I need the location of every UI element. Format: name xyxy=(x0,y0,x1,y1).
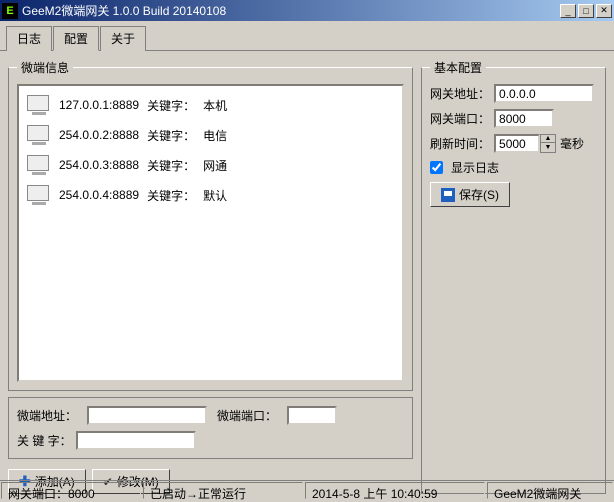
item-keyword: 网通 xyxy=(203,157,227,174)
chevron-down-icon[interactable]: ▼ xyxy=(541,143,555,151)
microend-info-group: 微端信息 127.0.0.1:8889 关键字： 本机 254.0.0.2:888… xyxy=(8,59,413,391)
item-addr: 254.0.0.2:8888 xyxy=(59,128,139,142)
item-keyword: 本机 xyxy=(203,97,227,114)
gw-addr-input[interactable] xyxy=(494,84,594,103)
computer-icon xyxy=(27,125,51,145)
item-kwlabel: 关键字： xyxy=(147,187,195,204)
refresh-label: 刷新时间： xyxy=(430,135,490,152)
computer-icon xyxy=(27,155,51,175)
keyword-input[interactable] xyxy=(76,431,196,450)
item-kwlabel: 关键字： xyxy=(147,127,195,144)
close-button[interactable]: ✕ xyxy=(596,4,612,18)
titlebar: E GeeM2微端网关 1.0.0 Build 20140108 _ □ ✕ xyxy=(0,0,614,21)
tab-about[interactable]: 关于 xyxy=(100,26,146,51)
basic-config-legend: 基本配置 xyxy=(430,59,486,76)
list-item[interactable]: 127.0.0.1:8889 关键字： 本机 xyxy=(23,90,398,120)
port-input[interactable] xyxy=(287,406,337,425)
status-datetime: 2014-5-8 上午 10:40:59 xyxy=(305,482,485,499)
gw-port-label: 网关端口： xyxy=(430,110,490,127)
port-label: 微端端口： xyxy=(217,407,277,424)
computer-icon xyxy=(27,185,51,205)
statusbar: 网关端口：8000 已启动→正常运行 2014-5-8 上午 10:40:59 … xyxy=(0,480,614,500)
save-icon xyxy=(441,188,455,202)
minimize-button[interactable]: _ xyxy=(560,4,576,18)
edit-fields: 微端地址： 微端端口： 关 键 字： xyxy=(8,397,413,459)
gw-port-input[interactable] xyxy=(494,109,554,128)
item-addr: 254.0.0.3:8888 xyxy=(59,158,139,172)
keyword-label: 关 键 字： xyxy=(17,432,72,449)
microend-info-legend: 微端信息 xyxy=(17,59,73,76)
list-item[interactable]: 254.0.0.2:8888 关键字： 电信 xyxy=(23,120,398,150)
save-button-label: 保存(S) xyxy=(459,186,499,203)
save-button[interactable]: 保存(S) xyxy=(430,182,510,207)
show-log-checkbox[interactable] xyxy=(430,161,443,174)
addr-input[interactable] xyxy=(87,406,207,425)
item-addr: 127.0.0.1:8889 xyxy=(59,98,139,112)
window-title: GeeM2微端网关 1.0.0 Build 20140108 xyxy=(22,2,560,19)
refresh-input[interactable] xyxy=(494,134,540,153)
item-keyword: 电信 xyxy=(203,127,227,144)
list-item[interactable]: 254.0.0.3:8888 关键字： 网通 xyxy=(23,150,398,180)
computer-icon xyxy=(27,95,51,115)
list-item[interactable]: 254.0.0.4:8889 关键字： 默认 xyxy=(23,180,398,210)
app-icon: E xyxy=(2,3,18,19)
basic-config-group: 基本配置 网关地址： 网关端口： 刷新时间： ▲▼ 毫秒 显示日志 保存(S) xyxy=(421,59,606,494)
item-addr: 254.0.0.4:8889 xyxy=(59,188,139,202)
microend-list[interactable]: 127.0.0.1:8889 关键字： 本机 254.0.0.2:8888 关键字… xyxy=(17,84,404,382)
tab-config[interactable]: 配置 xyxy=(53,26,99,51)
item-kwlabel: 关键字： xyxy=(147,157,195,174)
status-app: GeeM2微端网关 xyxy=(487,482,613,499)
status-port: 网关端口：8000 xyxy=(1,482,141,499)
status-state: 已启动→正常运行 xyxy=(143,482,303,499)
item-kwlabel: 关键字： xyxy=(147,97,195,114)
spin-arrows[interactable]: ▲▼ xyxy=(540,134,556,153)
ms-label: 毫秒 xyxy=(560,135,584,152)
addr-label: 微端地址： xyxy=(17,407,77,424)
chevron-up-icon[interactable]: ▲ xyxy=(541,135,555,143)
maximize-button[interactable]: □ xyxy=(578,4,594,18)
item-keyword: 默认 xyxy=(203,187,227,204)
tab-log[interactable]: 日志 xyxy=(6,26,52,51)
gw-addr-label: 网关地址： xyxy=(430,85,490,102)
show-log-label: 显示日志 xyxy=(451,159,499,176)
tabstrip: 日志 配置 关于 xyxy=(0,21,614,51)
